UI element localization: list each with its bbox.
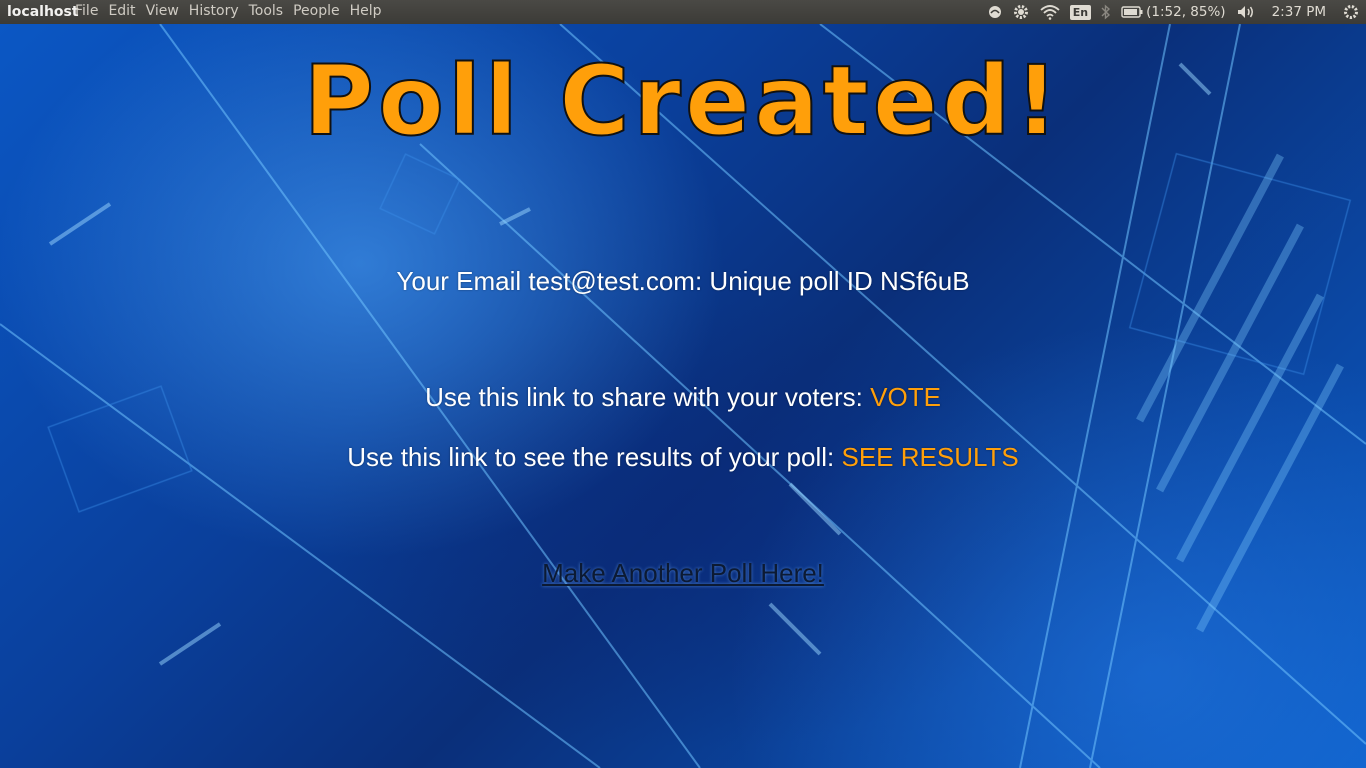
vote-link-line: Use this link to share with your voters:… bbox=[0, 382, 1366, 413]
battery-indicator[interactable]: (1:52, 85%) bbox=[1121, 0, 1226, 24]
results-link-prefix: Use this link to see the results of your… bbox=[347, 442, 835, 472]
bluetooth-icon[interactable] bbox=[1101, 0, 1111, 24]
menu-view[interactable]: View bbox=[141, 3, 184, 19]
gear-icon[interactable] bbox=[1012, 0, 1030, 24]
make-another-poll-container: Make Another Poll Here! bbox=[0, 558, 1366, 589]
email-poll-id-text: Your Email test@test.com: Unique poll ID… bbox=[396, 266, 970, 296]
clock[interactable]: 2:37 PM bbox=[1272, 0, 1326, 24]
make-another-poll-link[interactable]: Make Another Poll Here! bbox=[542, 558, 824, 588]
vote-link[interactable]: VOTE bbox=[870, 382, 941, 412]
menu-edit[interactable]: Edit bbox=[103, 3, 140, 19]
page-title: Poll Created! bbox=[303, 45, 1063, 157]
vote-link-prefix: Use this link to share with your voters: bbox=[425, 382, 863, 412]
keyboard-language-indicator[interactable]: En bbox=[1069, 0, 1092, 24]
menu-help[interactable]: Help bbox=[345, 3, 387, 19]
system-top-panel: localhost File Edit View History Tools P… bbox=[0, 0, 1366, 24]
page-content: Poll Created! Your Email test@test.com: … bbox=[0, 24, 1366, 768]
menu-tools[interactable]: Tools bbox=[244, 3, 289, 19]
see-results-link[interactable]: SEE RESULTS bbox=[842, 442, 1019, 472]
window-title: localhost bbox=[7, 4, 79, 20]
menu-history[interactable]: History bbox=[184, 3, 244, 19]
wifi-icon[interactable] bbox=[1040, 0, 1060, 24]
volume-icon[interactable] bbox=[1236, 0, 1256, 24]
results-link-line: Use this link to see the results of your… bbox=[0, 442, 1366, 473]
app-menu-bar: File Edit View History Tools People Help bbox=[70, 3, 387, 19]
battery-icon bbox=[1121, 6, 1143, 18]
menu-people[interactable]: People bbox=[288, 3, 345, 19]
language-badge: En bbox=[1069, 4, 1092, 20]
system-indicators: En (1:52, 85%) 2:37 PM bbox=[988, 0, 1360, 24]
session-gear-icon[interactable] bbox=[1342, 0, 1360, 24]
messaging-icon[interactable] bbox=[988, 0, 1002, 24]
battery-status-text: (1:52, 85%) bbox=[1146, 4, 1226, 20]
menu-file[interactable]: File bbox=[70, 3, 103, 19]
